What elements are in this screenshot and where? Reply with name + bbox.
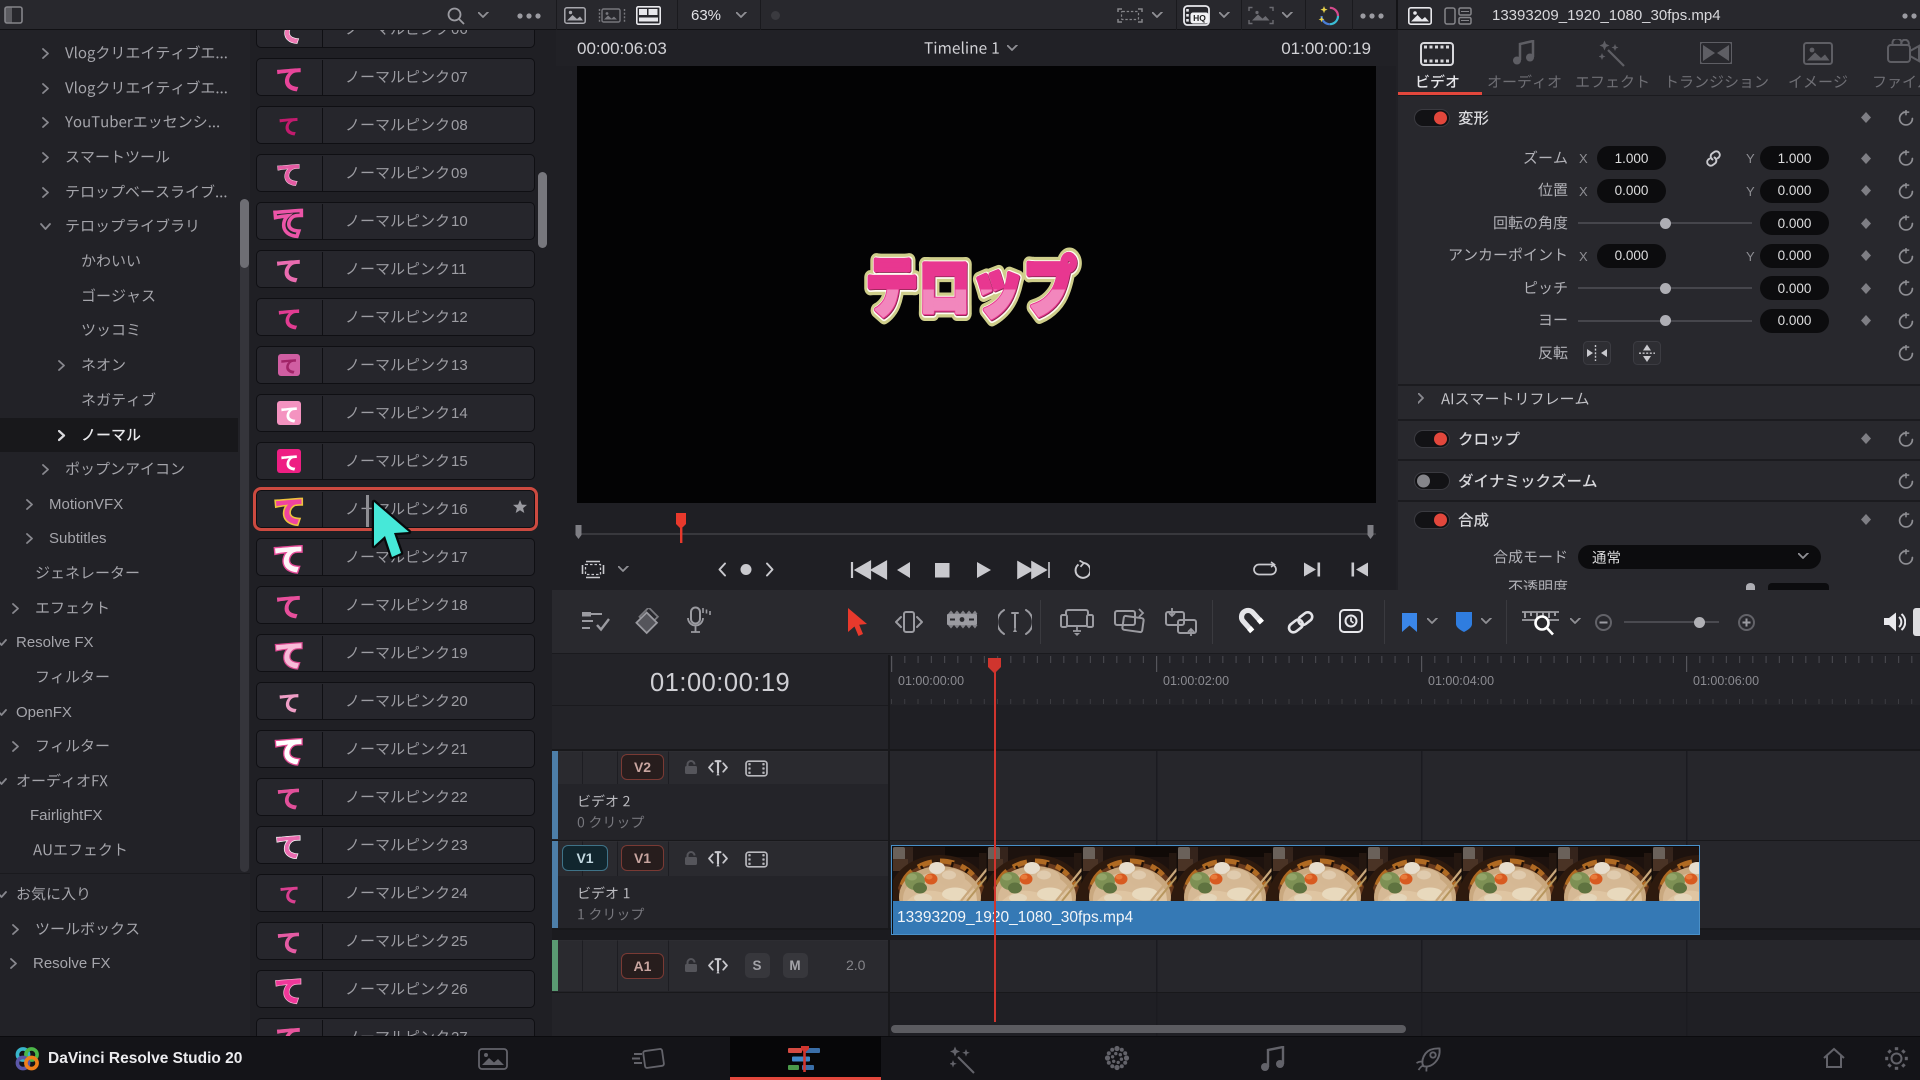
svg-text:HQ: HQ (1193, 13, 1206, 23)
